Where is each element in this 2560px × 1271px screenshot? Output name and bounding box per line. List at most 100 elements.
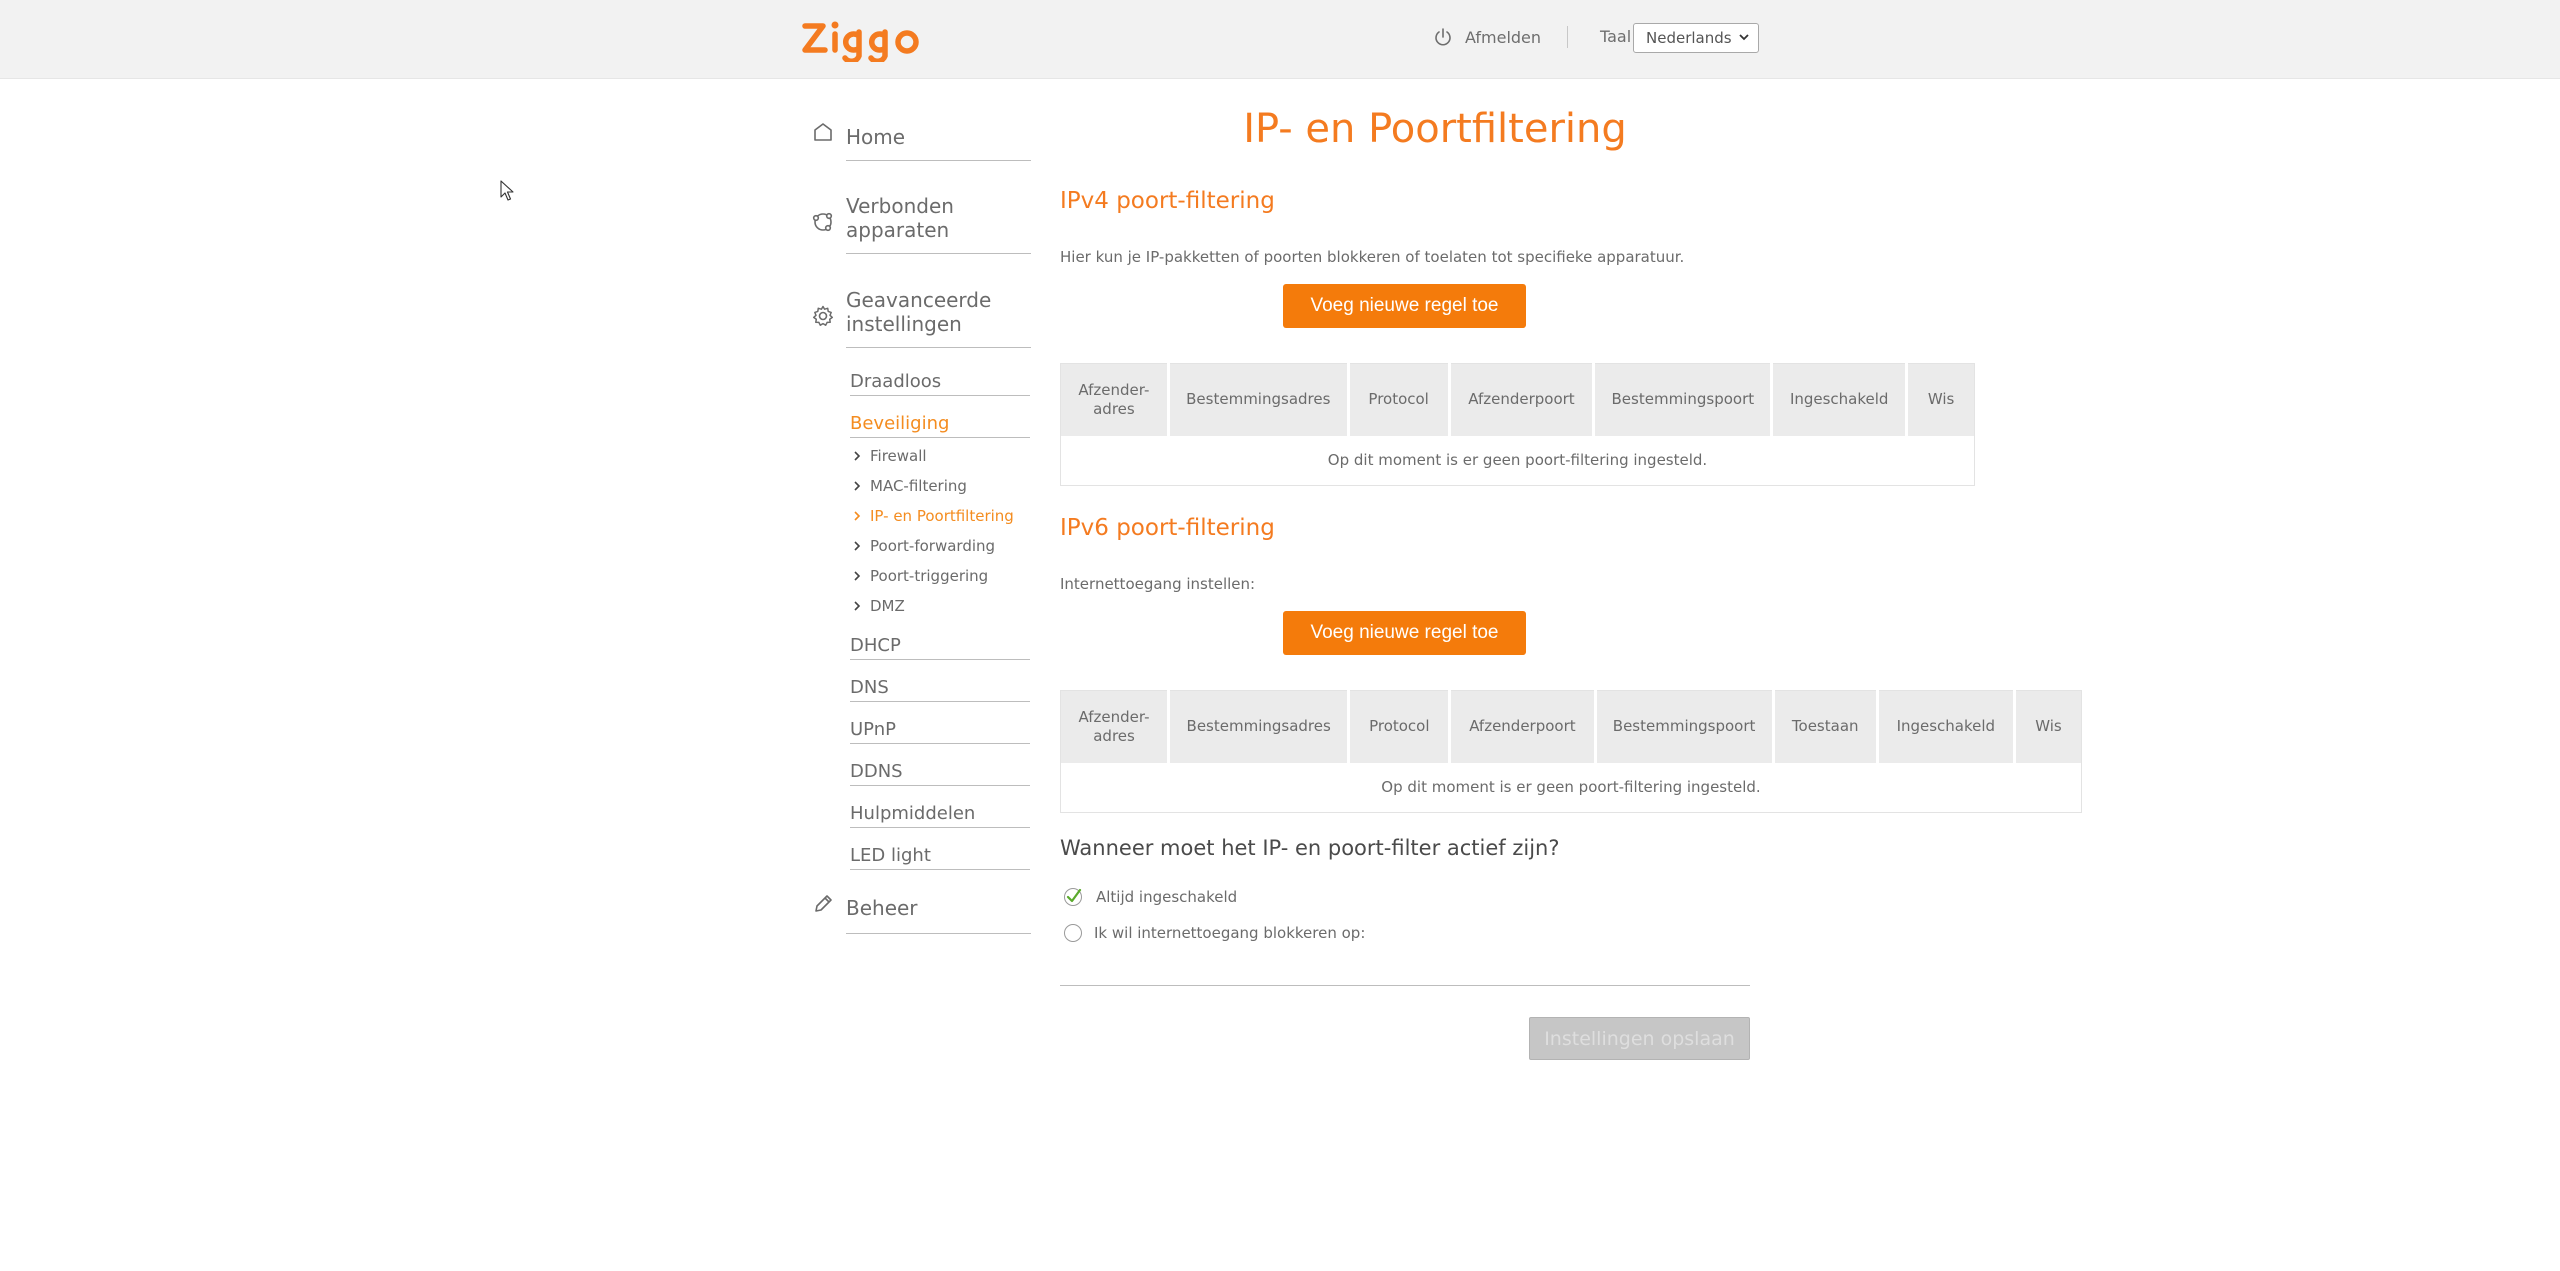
nav-divider xyxy=(846,933,1031,934)
column-header-delete: Wis xyxy=(2014,690,2082,763)
nav-advanced-settings[interactable]: Geavanceerde instellingen xyxy=(811,286,1031,350)
header-divider xyxy=(1567,26,1568,48)
column-header-label: Afzender- adres xyxy=(1078,380,1150,418)
option-label: Altijd ingeschakeld xyxy=(1096,888,1238,906)
chevron-right-icon xyxy=(854,571,861,581)
language-selected-value: Nederlands xyxy=(1646,29,1732,47)
sidebar-item-security[interactable]: Beveiliging xyxy=(850,413,1030,438)
logout-button[interactable]: Afmelden xyxy=(1433,24,1541,50)
sidebar-subitem-mac-filtering[interactable]: MAC-filtering xyxy=(852,475,967,497)
sidebar-item-dhcp[interactable]: DHCP xyxy=(850,635,1030,660)
nav-manage-label: Beheer xyxy=(846,896,918,920)
nav-divider xyxy=(850,827,1030,828)
page-title: IP- en Poortfiltering xyxy=(1243,106,1627,152)
nav-advanced-label-1: Geavanceerde xyxy=(846,288,992,312)
devices-icon xyxy=(812,212,833,232)
column-header-source-address: Afzender- adres xyxy=(1060,690,1171,763)
language-select[interactable]: Nederlands xyxy=(1633,23,1759,53)
ipv4-empty-message: Op dit moment is er geen poort-filtering… xyxy=(1327,451,1708,470)
language-label: Taal xyxy=(1600,27,1632,46)
chevron-down-icon xyxy=(1739,34,1749,41)
sidebar-subitem-label: Poort-forwarding xyxy=(870,537,996,555)
column-header-destination-port: Bestemmingspoort xyxy=(1595,690,1775,763)
sidebar-item-wireless[interactable]: Draadloos xyxy=(850,371,1030,396)
sidebar-subitem-port-forwarding[interactable]: Poort-forwarding xyxy=(852,535,995,557)
nav-divider xyxy=(850,743,1030,744)
nav-divider xyxy=(846,347,1031,348)
ipv4-section-title: IPv4 poort-filtering xyxy=(1060,188,1275,214)
ipv4-add-rule-button[interactable]: Voeg nieuwe regel toe xyxy=(1283,284,1526,328)
table-empty-row: Op dit moment is er geen poort-filtering… xyxy=(1061,436,1975,486)
column-header-destination-port: Bestemmingspoort xyxy=(1593,363,1774,436)
sidebar-item-upnp[interactable]: UPnP xyxy=(850,719,1030,744)
nav-home[interactable]: Home xyxy=(811,118,1031,162)
top-bar: Afmelden Taal Nederlands xyxy=(0,0,2560,79)
sidebar-item-ddns[interactable]: DDNS xyxy=(850,761,1030,786)
chevron-right-icon xyxy=(854,541,861,551)
column-header-protocol: Protocol xyxy=(1348,690,1452,763)
sidebar-subitem-label: IP- en Poortfiltering xyxy=(870,507,1014,525)
sidebar-subitem-firewall[interactable]: Firewall xyxy=(852,445,927,467)
pencil-icon xyxy=(815,895,832,912)
sidebar-item-label: LED light xyxy=(850,845,931,866)
sidebar-subitem-dmz[interactable]: DMZ xyxy=(852,595,905,617)
form-divider xyxy=(1060,985,1750,986)
gear-icon xyxy=(812,305,834,326)
home-icon xyxy=(814,123,832,141)
sidebar-item-label: Draadloos xyxy=(850,371,942,392)
table-empty-row: Op dit moment is er geen poort-filtering… xyxy=(1061,763,2082,813)
nav-divider xyxy=(846,253,1031,254)
ipv6-add-rule-button[interactable]: Voeg nieuwe regel toe xyxy=(1283,611,1526,655)
nav-advanced-label-2: instellingen xyxy=(846,312,962,336)
table-header-row: Afzender- adres Bestemmingsadres Protoco… xyxy=(1060,690,2082,763)
nav-divider xyxy=(850,395,1030,396)
ipv6-section-title: IPv6 poort-filtering xyxy=(1060,515,1275,541)
column-header-allow: Toestaan xyxy=(1773,690,1879,763)
nav-manage[interactable]: Beheer xyxy=(811,892,1031,934)
sidebar-subitem-port-triggering[interactable]: Poort-triggering xyxy=(852,565,988,587)
table-header-row: Afzender- adres Bestemmingsadres Protoco… xyxy=(1060,363,1975,436)
ipv4-description: Hier kun je IP-pakketten of poorten blok… xyxy=(1060,248,1685,266)
nav-home-label: Home xyxy=(846,125,906,149)
column-header-label: Afzender- adres xyxy=(1078,707,1150,745)
nav-divider xyxy=(850,659,1030,660)
column-header-destination-address: Bestemmingsadres xyxy=(1168,690,1351,763)
sidebar-item-tools[interactable]: Hulpmiddelen xyxy=(850,803,1030,828)
nav-divider xyxy=(846,160,1031,161)
sidebar-subitem-label: Poort-triggering xyxy=(870,567,989,585)
ipv4-filter-table: Afzender- adres Bestemmingsadres Protoco… xyxy=(1060,363,1975,486)
nav-devices-label-1: Verbonden xyxy=(846,194,954,218)
power-icon xyxy=(1435,28,1451,46)
column-header-source-port: Afzenderpoort xyxy=(1449,690,1597,763)
chevron-right-icon xyxy=(854,451,861,461)
column-header-source-port: Afzenderpoort xyxy=(1449,363,1596,436)
save-settings-button[interactable]: Instellingen opslaan xyxy=(1529,1017,1750,1060)
chevron-right-icon xyxy=(854,481,861,491)
sidebar-item-label: UPnP xyxy=(850,719,896,740)
logout-label: Afmelden xyxy=(1465,27,1542,47)
sidebar-subitem-ip-port-filtering[interactable]: IP- en Poortfiltering xyxy=(852,505,1014,527)
sidebar-item-label: DHCP xyxy=(850,635,901,656)
ziggo-logo[interactable] xyxy=(801,20,921,62)
checkmark-icon xyxy=(1064,888,1082,906)
chevron-right-icon xyxy=(854,511,861,521)
sidebar-item-dns[interactable]: DNS xyxy=(850,677,1030,702)
column-header-destination-address: Bestemmingsadres xyxy=(1168,363,1350,436)
radio-button[interactable] xyxy=(1064,924,1082,942)
option-block-internet[interactable]: Ik wil internettoegang blokkeren op: xyxy=(1064,924,1365,942)
sidebar-item-label: DDNS xyxy=(850,761,903,782)
sidebar-item-led-light[interactable]: LED light xyxy=(850,845,1030,870)
ipv6-filter-table: Afzender- adres Bestemmingsadres Protoco… xyxy=(1060,690,2082,813)
nav-divider xyxy=(850,785,1030,786)
column-header-delete: Wis xyxy=(1906,363,1975,436)
nav-divider xyxy=(850,437,1030,438)
nav-connected-devices[interactable]: Verbonden apparaten xyxy=(811,192,1031,256)
mouse-cursor-icon xyxy=(500,180,514,201)
sidebar-subitem-label: MAC-filtering xyxy=(870,477,967,495)
sidebar-subitem-label: DMZ xyxy=(870,597,905,615)
column-header-source-address: Afzender- adres xyxy=(1060,363,1170,436)
sidebar-subitem-label: Firewall xyxy=(870,447,927,465)
chevron-right-icon xyxy=(854,601,861,611)
sidebar-item-label: Beveiliging xyxy=(850,413,950,434)
option-always-enabled[interactable]: Altijd ingeschakeld xyxy=(1064,887,1237,907)
